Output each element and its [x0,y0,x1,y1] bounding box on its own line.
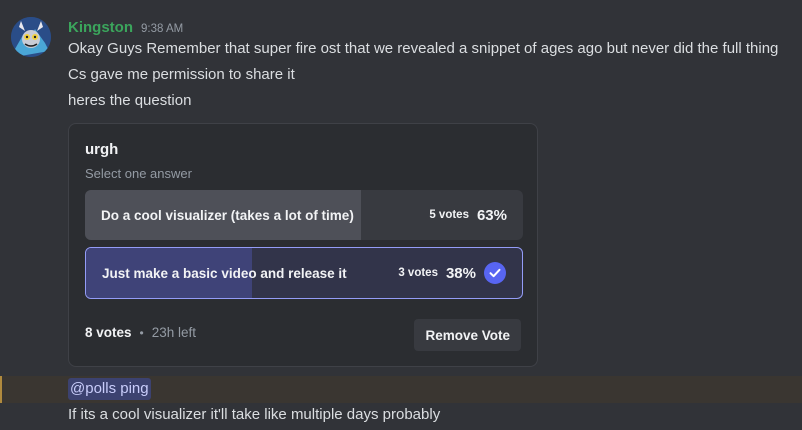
message-line: heres the question [68,92,192,109]
poll-answer-percent: 63% [476,206,507,224]
message-line: Cs gave me permission to share it [68,66,295,83]
poll-answer-label: Just make a basic video and release it [102,265,347,281]
checkmark-icon [484,262,506,284]
poll-answer[interactable]: Do a cool visualizer (takes a lot of tim… [85,190,523,240]
poll-card: urgh Select one answer Do a cool visuali… [68,123,538,367]
avatar-icon [11,17,51,57]
poll-answer-votes: 3 votes [398,267,438,279]
poll-answer-stats: 5 votes 63% [429,190,507,240]
poll-time-left: 23h left [151,325,197,340]
poll-footer: 8 votes • 23h left [85,325,196,340]
poll-answer-percent: 38% [445,264,476,282]
poll-question: urgh [85,141,119,158]
user-avatar[interactable] [11,17,51,57]
footer-separator: • [139,325,144,340]
message-header: Kingston 9:38 AM [68,19,183,36]
username[interactable]: Kingston [68,19,133,36]
poll-answer-label: Do a cool visualizer (takes a lot of tim… [101,207,354,223]
role-mention[interactable]: @polls ping [68,378,151,400]
message-line: Okay Guys Remember that super fire ost t… [68,40,779,57]
poll-answer-stats: 3 votes 38% [398,248,506,298]
timestamp[interactable]: 9:38 AM [141,23,183,35]
poll-hint: Select one answer [85,166,192,181]
remove-vote-button[interactable]: Remove Vote [414,319,521,351]
poll-answer-votes: 5 votes [429,209,469,221]
poll-answer-selected[interactable]: Just make a basic video and release it 3… [85,247,523,299]
poll-total-votes[interactable]: 8 votes [85,325,132,340]
followup-message-line: If its a cool visualizer it'll take like… [68,406,441,423]
